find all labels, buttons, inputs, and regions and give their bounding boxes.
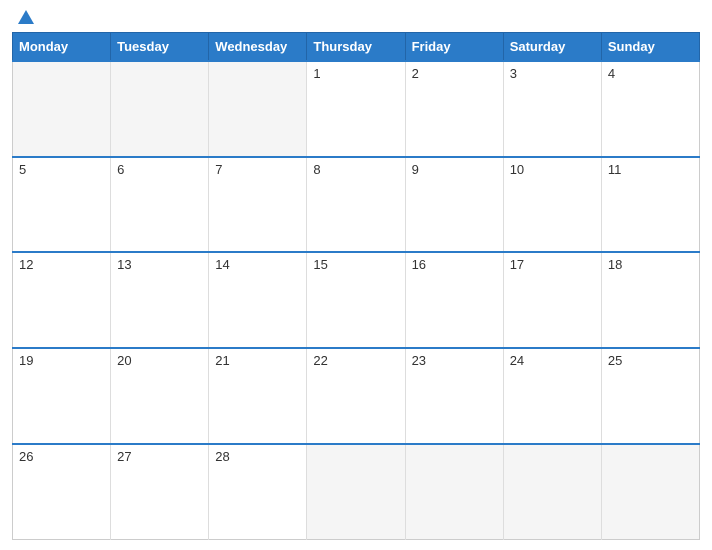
calendar-day-cell [601,444,699,540]
day-number: 22 [313,353,327,368]
logo-triangle-icon [18,10,34,24]
day-number: 15 [313,257,327,272]
calendar-day-cell [405,444,503,540]
logo [14,10,36,24]
weekday-header-tuesday: Tuesday [111,33,209,62]
day-number: 7 [215,162,222,177]
day-number: 19 [19,353,33,368]
calendar-day-cell: 10 [503,157,601,253]
day-number: 27 [117,449,131,464]
day-number: 23 [412,353,426,368]
calendar-day-cell: 15 [307,252,405,348]
calendar-week-row: 5 6 7 8 9 10 11 [13,157,700,253]
weekday-header-saturday: Saturday [503,33,601,62]
calendar-day-cell: 9 [405,157,503,253]
weekday-header-sunday: Sunday [601,33,699,62]
weekday-header-row: MondayTuesdayWednesdayThursdayFridaySatu… [13,33,700,62]
calendar-week-row: 1 2 3 4 [13,61,700,157]
day-number: 26 [19,449,33,464]
calendar-week-row: 12 13 14 15 16 17 18 [13,252,700,348]
calendar-day-cell: 28 [209,444,307,540]
weekday-header-thursday: Thursday [307,33,405,62]
calendar-day-cell: 21 [209,348,307,444]
day-number: 9 [412,162,419,177]
calendar-day-cell [13,61,111,157]
calendar-day-cell: 22 [307,348,405,444]
calendar-day-cell: 27 [111,444,209,540]
day-number: 14 [215,257,229,272]
calendar-day-cell: 12 [13,252,111,348]
calendar-day-cell: 6 [111,157,209,253]
calendar-day-cell: 3 [503,61,601,157]
weekday-header-monday: Monday [13,33,111,62]
calendar-day-cell: 19 [13,348,111,444]
day-number: 2 [412,66,419,81]
day-number: 8 [313,162,320,177]
day-number: 28 [215,449,229,464]
calendar-day-cell: 2 [405,61,503,157]
weekday-header-friday: Friday [405,33,503,62]
day-number: 21 [215,353,229,368]
calendar-page: MondayTuesdayWednesdayThursdayFridaySatu… [0,0,712,550]
calendar-day-cell: 4 [601,61,699,157]
day-number: 18 [608,257,622,272]
calendar-day-cell: 26 [13,444,111,540]
calendar-day-cell: 11 [601,157,699,253]
day-number: 13 [117,257,131,272]
day-number: 17 [510,257,524,272]
calendar-day-cell: 8 [307,157,405,253]
day-number: 16 [412,257,426,272]
calendar-day-cell: 7 [209,157,307,253]
calendar-day-cell: 1 [307,61,405,157]
calendar-day-cell: 16 [405,252,503,348]
day-number: 10 [510,162,524,177]
day-number: 3 [510,66,517,81]
day-number: 1 [313,66,320,81]
calendar-week-row: 26 27 28 [13,444,700,540]
day-number: 20 [117,353,131,368]
calendar-week-row: 19 20 21 22 23 24 25 [13,348,700,444]
day-number: 24 [510,353,524,368]
day-number: 12 [19,257,33,272]
calendar-day-cell [111,61,209,157]
calendar-day-cell: 20 [111,348,209,444]
calendar-day-cell: 13 [111,252,209,348]
calendar-day-cell [209,61,307,157]
calendar-day-cell [503,444,601,540]
calendar-day-cell: 25 [601,348,699,444]
calendar-day-cell: 14 [209,252,307,348]
calendar-day-cell [307,444,405,540]
calendar-day-cell: 23 [405,348,503,444]
calendar-day-cell: 18 [601,252,699,348]
calendar-day-cell: 5 [13,157,111,253]
calendar-day-cell: 24 [503,348,601,444]
day-number: 6 [117,162,124,177]
weekday-header-wednesday: Wednesday [209,33,307,62]
calendar-table: MondayTuesdayWednesdayThursdayFridaySatu… [12,32,700,540]
day-number: 11 [608,162,622,177]
day-number: 25 [608,353,622,368]
day-number: 5 [19,162,26,177]
calendar-day-cell: 17 [503,252,601,348]
day-number: 4 [608,66,615,81]
header [12,10,700,24]
